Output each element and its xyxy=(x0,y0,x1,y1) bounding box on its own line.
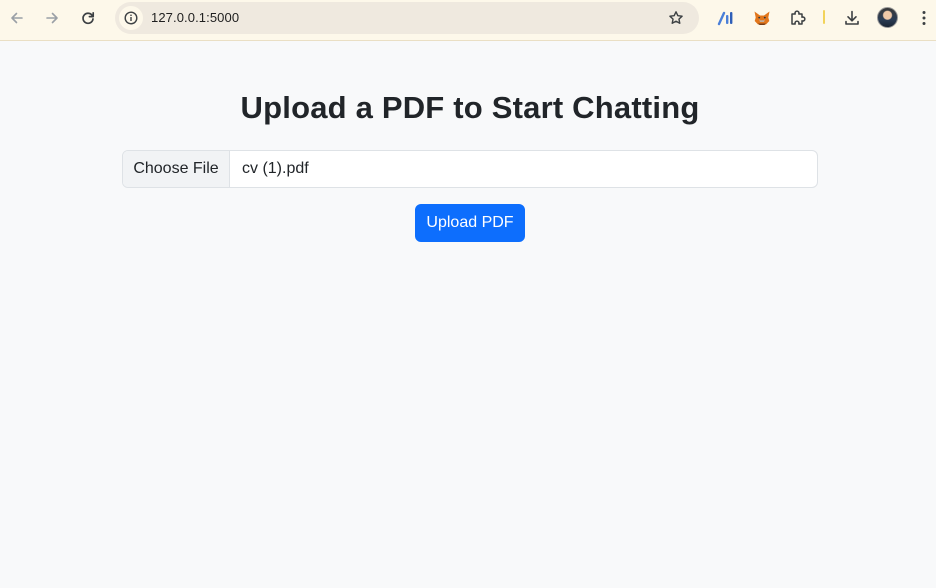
bookmark-star-button[interactable] xyxy=(665,7,687,29)
info-icon[interactable] xyxy=(119,6,143,30)
downloads-button[interactable] xyxy=(839,5,865,31)
chart-bars-icon xyxy=(717,11,733,26)
page-content: Upload a PDF to Start Chatting Choose Fi… xyxy=(0,41,936,588)
toolbar-separator xyxy=(823,10,825,24)
arrow-right-icon xyxy=(46,12,58,24)
puzzle-icon xyxy=(791,10,806,25)
star-icon xyxy=(669,11,683,24)
more-vertical-icon xyxy=(922,11,926,25)
selected-file-name[interactable]: cv (1).pdf xyxy=(230,151,817,187)
pdf-file-input[interactable]: Choose File cv (1).pdf xyxy=(122,150,818,188)
upload-pdf-button[interactable]: Upload PDF xyxy=(415,204,525,242)
reload-icon xyxy=(82,11,95,25)
browser-menu-button[interactable] xyxy=(911,5,936,31)
arrow-left-icon xyxy=(11,12,23,24)
fox-icon xyxy=(754,11,770,25)
forward-button[interactable] xyxy=(39,5,65,31)
url-text[interactable]: 127.0.0.1:5000 xyxy=(151,10,239,25)
choose-file-button[interactable]: Choose File xyxy=(123,151,230,187)
back-button[interactable] xyxy=(4,5,30,31)
page-title: Upload a PDF to Start Chatting xyxy=(240,90,700,125)
reload-button[interactable] xyxy=(75,5,101,31)
extension-metamask-button[interactable] xyxy=(749,5,775,31)
extensions-button[interactable] xyxy=(785,5,811,31)
download-icon xyxy=(845,10,859,25)
extension-chart-button[interactable] xyxy=(713,5,739,31)
browser-toolbar: 127.0.0.1:5000 xyxy=(0,0,936,41)
profile-avatar[interactable] xyxy=(877,7,898,28)
address-bar[interactable]: 127.0.0.1:5000 xyxy=(115,2,699,34)
